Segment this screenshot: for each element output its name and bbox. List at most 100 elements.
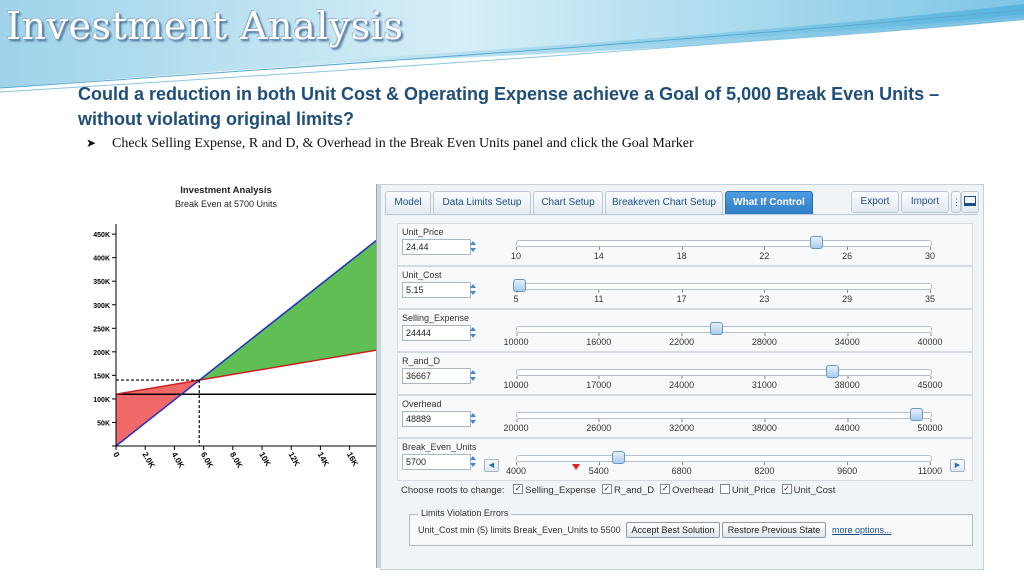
- slider-row-selling-expense: Selling_Expense 24444 10000 16000 22000 28000…: [397, 309, 973, 352]
- x-tick-label: 4.0K: [170, 451, 186, 470]
- slider-row-unit-cost: Unit_Cost 5.15 5 11 17 23 29 35: [397, 266, 973, 309]
- more-vertical-icon[interactable]: ⋮: [951, 191, 961, 213]
- restore-previous-state-button[interactable]: Restore Previous State: [722, 522, 826, 538]
- spinner[interactable]: [470, 368, 478, 384]
- tab-breakeven-chart-setup[interactable]: Breakeven Chart Setup: [605, 191, 723, 215]
- slider-value-input[interactable]: 5.15: [402, 282, 471, 298]
- slider-tick-label: 11000: [917, 462, 943, 476]
- slider-track[interactable]: [516, 365, 932, 378]
- slider-tick-label: 26000: [586, 419, 612, 433]
- spinner[interactable]: [470, 411, 478, 427]
- more-options-link[interactable]: more options...: [832, 525, 892, 535]
- slider-tick-label: 22000: [669, 333, 695, 347]
- profit-area: [199, 239, 378, 381]
- roots-label: Choose roots to change:: [401, 485, 505, 496]
- spin-up-icon[interactable]: [470, 413, 476, 417]
- spin-down-icon[interactable]: [470, 420, 476, 424]
- checkbox-icon[interactable]: [719, 484, 730, 495]
- spin-down-icon[interactable]: [470, 291, 476, 295]
- slider-tick-label: 44000: [834, 419, 860, 433]
- y-tick-label: 150K: [93, 373, 110, 380]
- slider-label: Selling_Expense: [402, 313, 470, 323]
- checkbox-icon[interactable]: ✓: [513, 484, 524, 495]
- x-tick-label: 2.0K: [140, 451, 156, 470]
- import-button[interactable]: Import: [901, 191, 949, 213]
- spinner[interactable]: [470, 325, 478, 341]
- spin-up-icon[interactable]: [470, 456, 476, 460]
- slider-value-input[interactable]: 36667: [402, 368, 471, 384]
- slider-track[interactable]: [513, 279, 932, 292]
- tab-chart-setup[interactable]: Chart Setup: [533, 191, 603, 215]
- slider-tick-label: 14: [593, 247, 604, 261]
- bullet-text: Check Selling Expense, R and D, & Overhe…: [112, 136, 694, 151]
- chart-subtitle: Break Even at 5700 Units: [175, 199, 278, 209]
- x-tick-label: 16K: [345, 451, 360, 468]
- spin-down-icon[interactable]: [470, 248, 476, 252]
- slider-thumb[interactable]: [826, 365, 840, 378]
- x-tick-label: 0: [111, 451, 121, 460]
- slide-question: Could a reduction in both Unit Cost & Op…: [78, 84, 940, 129]
- slider-track[interactable]: [516, 408, 932, 421]
- slider-tick-label: 24000: [669, 376, 695, 390]
- spinner[interactable]: [470, 282, 478, 298]
- spin-up-icon[interactable]: [470, 241, 476, 245]
- slider-label: Overhead: [402, 399, 442, 409]
- step-right-icon[interactable]: ▶: [950, 459, 965, 472]
- spin-down-icon[interactable]: [470, 377, 476, 381]
- spin-up-icon[interactable]: [470, 370, 476, 374]
- slider-track[interactable]: [516, 236, 932, 249]
- x-tick-label: 12K: [286, 451, 301, 468]
- slider-tick-label: 26: [842, 247, 853, 261]
- tab-what-if-control[interactable]: What If Control: [725, 191, 813, 215]
- spinner[interactable]: [470, 239, 478, 255]
- checkbox-icon[interactable]: ✓: [660, 484, 671, 495]
- root-checkbox-unit-cost[interactable]: ✓ Unit_Cost: [781, 484, 836, 496]
- root-checkbox-r-and-d[interactable]: ✓ R_and_D: [601, 484, 654, 496]
- slider-value-input[interactable]: 24.44: [402, 239, 471, 255]
- spinner[interactable]: [470, 454, 478, 470]
- slider-tick-label: 38000: [834, 376, 860, 390]
- slider-thumb[interactable]: [710, 322, 724, 335]
- checkbox-icon[interactable]: ✓: [601, 484, 612, 495]
- tab-data-limits-setup[interactable]: Data Limits Setup: [433, 191, 531, 215]
- minimize-icon[interactable]: [961, 191, 979, 213]
- root-checkbox-unit-price[interactable]: Unit_Price: [719, 484, 776, 496]
- chart-title: Investment Analysis: [180, 185, 272, 196]
- slider-tick-label: 22: [759, 247, 770, 261]
- slider-value-input[interactable]: 48889: [402, 411, 471, 427]
- y-tick-label: 250K: [93, 326, 110, 333]
- slider-tick-label: 45000: [917, 376, 943, 390]
- slider-value-input[interactable]: 24444: [402, 325, 471, 341]
- accept-best-solution-button[interactable]: Accept Best Solution: [626, 522, 720, 538]
- slider-thumb[interactable]: [909, 408, 923, 421]
- x-tick-label: 14K: [316, 451, 331, 468]
- slider-row-r-and-d: R_and_D 36667 10000 17000 24000 31000 38000 450…: [397, 352, 973, 395]
- root-checkbox-overhead[interactable]: ✓ Overhead: [660, 484, 714, 496]
- checkbox-label: Selling_Expense: [525, 485, 596, 496]
- step-left-icon[interactable]: ◀: [484, 459, 499, 472]
- what-if-panel: Model Data Limits Setup Chart Setup Brea…: [380, 184, 984, 570]
- limits-message: Unit_Cost min (5) limits Break_Even_Unit…: [418, 525, 621, 535]
- spin-up-icon[interactable]: [470, 327, 476, 331]
- checkbox-label: Unit_Cost: [793, 485, 836, 496]
- checkbox-icon[interactable]: ✓: [781, 484, 792, 495]
- slider-tick-label: 17000: [586, 376, 612, 390]
- x-tick-label: 8.0K: [228, 451, 244, 470]
- root-checkbox-selling-expense[interactable]: ✓ Selling_Expense: [513, 484, 596, 496]
- slider-track[interactable]: [516, 322, 932, 335]
- spin-up-icon[interactable]: [470, 284, 476, 288]
- roots-row: Choose roots to change: ✓ Selling_Expense…: [401, 484, 841, 496]
- spin-down-icon[interactable]: [470, 463, 476, 467]
- slider-label: Unit_Price: [402, 227, 444, 237]
- spin-down-icon[interactable]: [470, 334, 476, 338]
- export-button[interactable]: Export: [851, 191, 899, 213]
- slider-value-input[interactable]: 5700: [402, 454, 471, 470]
- slider-tick-label: 11: [594, 290, 604, 304]
- slider-tick-label: 5400: [588, 462, 609, 476]
- slider-track[interactable]: [516, 451, 932, 470]
- slider-label: Unit_Cost: [402, 270, 442, 280]
- slider-thumb[interactable]: [809, 236, 823, 249]
- slider-tick-label: 10: [510, 247, 522, 261]
- tab-model[interactable]: Model: [385, 191, 431, 215]
- slider-thumb[interactable]: [611, 451, 625, 464]
